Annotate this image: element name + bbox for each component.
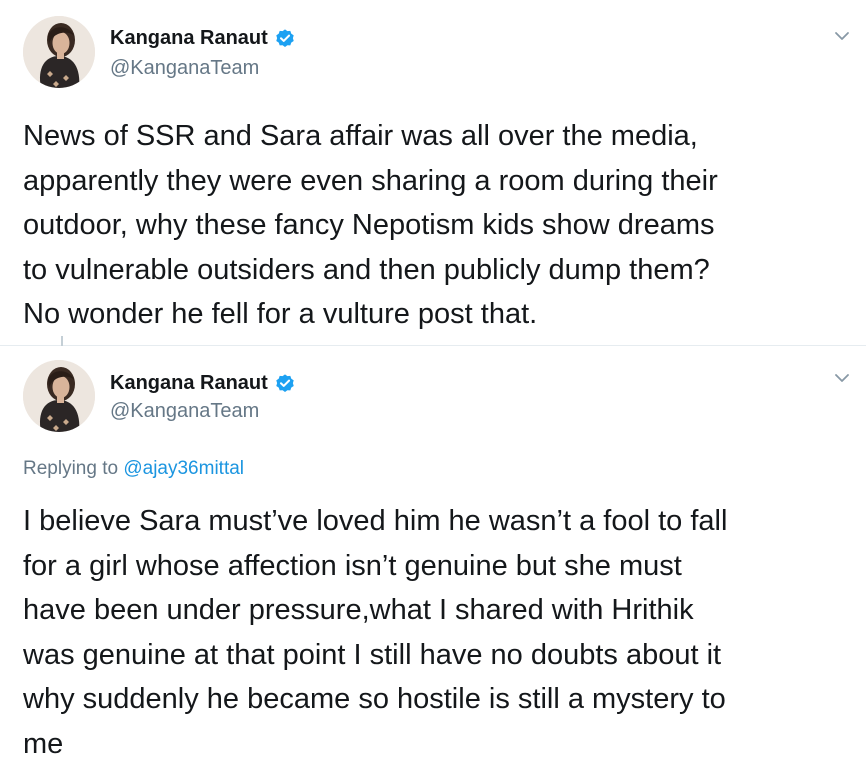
tweet-text: I believe Sara must’ve loved him he wasn… xyxy=(23,499,853,766)
chevron-down-icon[interactable] xyxy=(832,26,852,46)
tweet-text-line: for a girl whose affection isn’t genuine… xyxy=(23,549,682,582)
tweet-text-line: to vulnerable outsiders and then publicl… xyxy=(23,253,710,286)
replying-to-link[interactable]: @ajay36mittal xyxy=(123,458,244,479)
avatar[interactable] xyxy=(23,360,95,432)
tweet-text-line: No wonder he fell for a vulture post tha… xyxy=(23,298,538,330)
author-name[interactable]: Kangana Ranaut xyxy=(110,27,268,50)
replying-to: Replying to @ajay36mittal xyxy=(23,458,244,480)
tweet-text-line: have been under pressure,what I shared w… xyxy=(23,594,694,626)
tweet-text-line: I believe Sara must’ve loved him he wasn… xyxy=(23,505,728,537)
author-name[interactable]: Kangana Ranaut xyxy=(110,372,268,395)
tweet-text-line: why suddenly he became so hostile is sti… xyxy=(23,683,726,715)
tweet[interactable]: Kangana Ranaut @KanganaTeam News of SSR … xyxy=(0,0,866,346)
author-handle[interactable]: @KanganaTeam xyxy=(110,57,259,80)
chevron-down-icon[interactable] xyxy=(832,368,852,388)
avatar[interactable] xyxy=(23,16,95,88)
tweet-text-line: me xyxy=(23,727,64,760)
verified-badge-icon xyxy=(274,373,296,395)
author-handle[interactable]: @KanganaTeam xyxy=(110,400,259,423)
tweet-text-line: was genuine at that point I still have n… xyxy=(23,638,722,671)
tweet[interactable]: Kangana Ranaut @KanganaTeam Replying to … xyxy=(0,346,866,778)
tweet-text: News of SSR and Sara affair was all over… xyxy=(23,114,853,337)
tweet-text-line: News of SSR and Sara affair was all over… xyxy=(23,120,698,152)
tweet-text-line: apparently they were even sharing a room… xyxy=(23,164,718,197)
tweet-text-line: outdoor, why these fancy Nepotism kids s… xyxy=(23,209,715,241)
replying-label: Replying to xyxy=(23,458,119,479)
verified-badge-icon xyxy=(274,28,296,50)
